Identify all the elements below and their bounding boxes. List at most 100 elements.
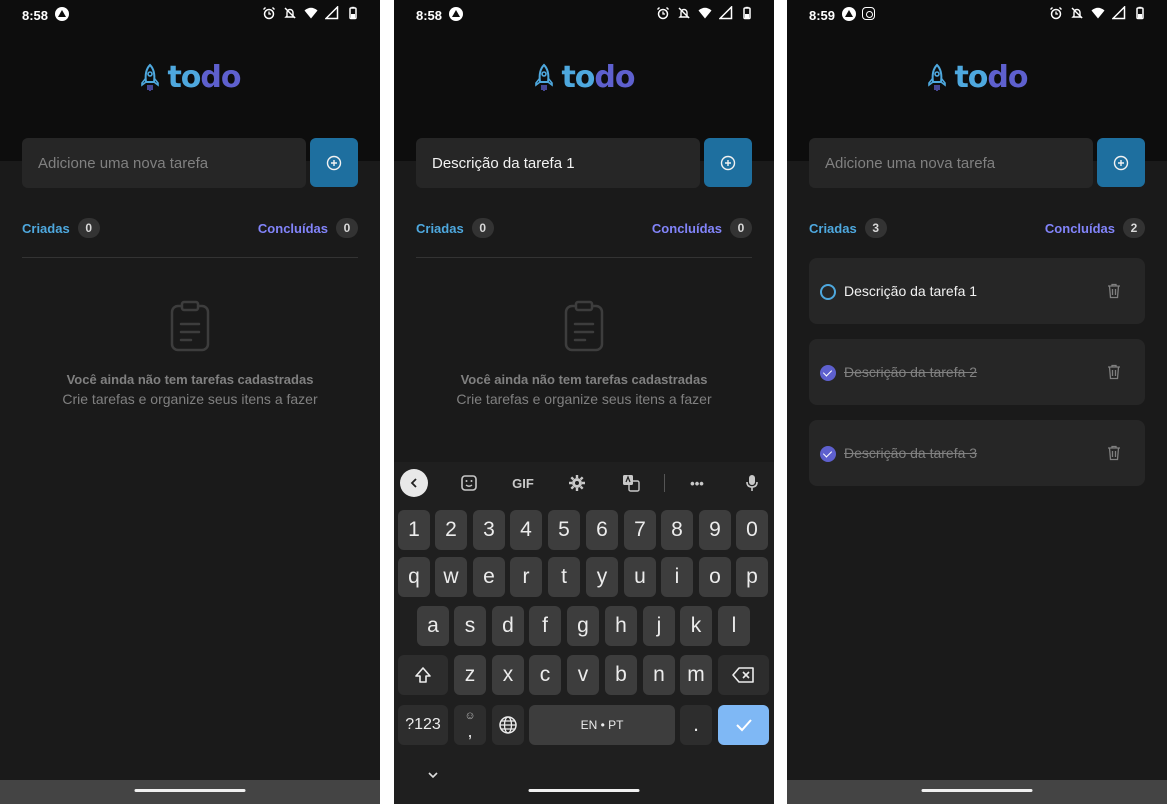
key-a[interactable]: a (417, 606, 449, 646)
task-counters: Criadas 0 Concluídas 0 (416, 218, 752, 238)
key-5[interactable]: 5 (548, 510, 580, 550)
created-count-badge: 0 (77, 218, 100, 238)
logo-text-do: do (200, 60, 241, 95)
shift-key[interactable] (398, 655, 448, 695)
key-l[interactable]: l (718, 606, 750, 646)
new-task-input[interactable]: Adicione uma nova tarefa (22, 138, 306, 188)
app-notification-icon (449, 7, 463, 21)
task-item: Descrição da tarefa 1 (809, 258, 1145, 324)
task-checkbox-checked[interactable] (820, 365, 836, 381)
key-v[interactable]: v (567, 655, 599, 695)
key-y[interactable]: y (586, 557, 618, 597)
enter-key[interactable] (718, 705, 769, 745)
key-x[interactable]: x (492, 655, 524, 695)
add-task-button[interactable] (310, 138, 358, 187)
gif-button[interactable]: GIF (508, 470, 538, 496)
voice-input-button[interactable] (740, 470, 764, 496)
key-n[interactable]: n (643, 655, 675, 695)
trash-icon[interactable] (1107, 364, 1121, 380)
key-8[interactable]: 8 (661, 510, 693, 550)
language-key[interactable] (492, 705, 524, 745)
key-h[interactable]: h (605, 606, 637, 646)
status-bar: 8:58 (394, 0, 774, 30)
key-z[interactable]: z (454, 655, 486, 695)
empty-subtitle: Crie tarefas e organize seus itens a faz… (456, 391, 712, 407)
key-i[interactable]: i (661, 557, 693, 597)
navigation-bar (0, 780, 380, 804)
trash-icon[interactable] (1107, 283, 1121, 299)
logo-text-to: to (954, 60, 988, 95)
created-count-badge: 3 (864, 218, 887, 238)
translate-button[interactable] (618, 470, 644, 496)
task-text: Descrição da tarefa 1 (844, 283, 978, 299)
home-gesture-pill[interactable] (528, 789, 640, 792)
key-q[interactable]: q (398, 557, 430, 597)
more-options-button[interactable]: ••• (684, 470, 710, 496)
period-key[interactable]: . (680, 705, 712, 745)
key-d[interactable]: d (492, 606, 524, 646)
key-6[interactable]: 6 (586, 510, 618, 550)
key-j[interactable]: j (643, 606, 675, 646)
space-key[interactable]: EN • PT (529, 705, 675, 745)
key-2[interactable]: 2 (435, 510, 467, 550)
task-text: Descrição da tarefa 2 (844, 364, 978, 380)
emoji-comma-key[interactable]: ☺ , (454, 705, 486, 745)
sticker-button[interactable] (456, 470, 482, 496)
new-task-input[interactable]: Descrição da tarefa 1 (416, 138, 700, 188)
comma-label: , (467, 720, 473, 741)
task-checkbox-checked[interactable] (820, 446, 836, 462)
key-1[interactable]: 1 (398, 510, 430, 550)
key-r[interactable]: r (510, 557, 542, 597)
key-b[interactable]: b (605, 655, 637, 695)
created-label: Criadas (809, 220, 857, 236)
key-0[interactable]: 0 (736, 510, 768, 550)
keyboard-back-button[interactable] (400, 469, 428, 497)
key-m[interactable]: m (680, 655, 712, 695)
task-checkbox-unchecked[interactable] (820, 284, 836, 300)
status-time: 8:59 (809, 8, 836, 23)
key-e[interactable]: e (473, 557, 505, 597)
key-3[interactable]: 3 (473, 510, 505, 550)
key-f[interactable]: f (529, 606, 561, 646)
key-u[interactable]: u (624, 557, 656, 597)
hide-keyboard-icon[interactable] (426, 770, 440, 780)
add-task-button[interactable] (704, 138, 752, 187)
home-gesture-pill[interactable] (134, 789, 246, 792)
app-logo: todo (787, 60, 1167, 95)
key-9[interactable]: 9 (699, 510, 731, 550)
key-s[interactable]: s (454, 606, 486, 646)
task-counters: Criadas 0 Concluídas 0 (22, 218, 358, 238)
symbols-key[interactable]: ?123 (398, 705, 448, 745)
key-p[interactable]: p (736, 557, 768, 597)
divider (22, 257, 358, 258)
key-g[interactable]: g (567, 606, 599, 646)
key-w[interactable]: w (435, 557, 467, 597)
app-notification-icon (55, 7, 69, 21)
key-4[interactable]: 4 (510, 510, 542, 550)
screen-empty: 8:58 todo Adicione uma nova tarefa Criad… (0, 0, 380, 804)
backspace-key[interactable] (718, 655, 769, 695)
keyboard-settings-button[interactable] (564, 470, 590, 496)
home-gesture-pill[interactable] (921, 789, 1033, 792)
key-o[interactable]: o (699, 557, 731, 597)
muted-bell-icon (1071, 7, 1083, 19)
trash-icon[interactable] (1107, 445, 1121, 461)
key-7[interactable]: 7 (624, 510, 656, 550)
signal-icon (325, 6, 339, 20)
navigation-bar (394, 780, 774, 804)
app-logo: todo (0, 60, 380, 95)
done-label: Concluídas (1044, 220, 1115, 236)
logo-text-to: to (167, 60, 201, 95)
new-task-input[interactable]: Adicione uma nova tarefa (809, 138, 1093, 188)
done-count-badge: 0 (730, 218, 752, 238)
add-task-button[interactable] (1097, 138, 1145, 187)
clipboard-icon (170, 300, 210, 352)
key-c[interactable]: c (529, 655, 561, 695)
app-logo: todo (394, 60, 774, 95)
checkmark-icon (735, 719, 752, 732)
logo-text-do: do (987, 60, 1028, 95)
key-k[interactable]: k (680, 606, 712, 646)
plus-circle-icon (1113, 155, 1129, 170)
signal-icon (1112, 6, 1126, 20)
key-t[interactable]: t (548, 557, 580, 597)
